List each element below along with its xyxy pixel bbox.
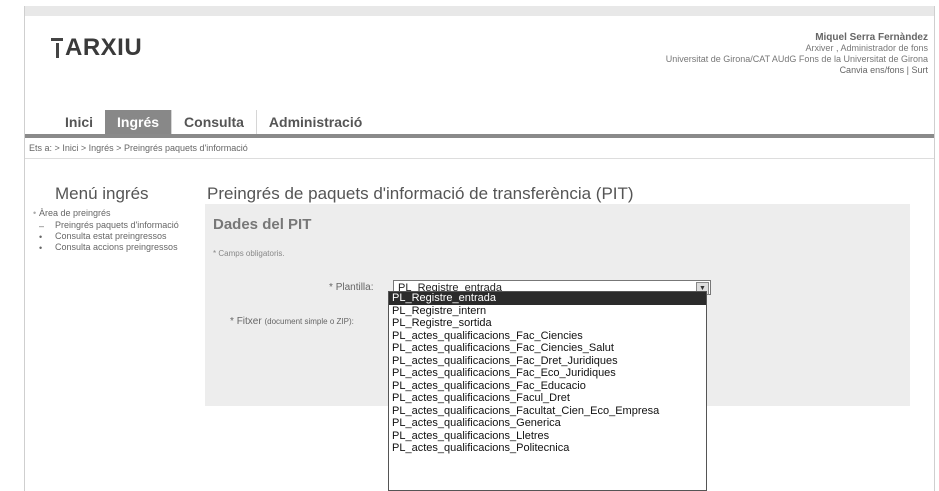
plantilla-label: * Plantilla: <box>329 282 374 293</box>
dropdown-option[interactable]: PL_actes_qualificacions_Facul_Dret <box>389 392 706 405</box>
dropdown-option[interactable]: PL_actes_qualificacions_Fac_Eco_Juridiqu… <box>389 367 706 380</box>
dropdown-option[interactable]: PL_Registre_sortida <box>389 317 706 330</box>
bullet-icon: • <box>39 243 43 253</box>
user-info: Miquel Serra Fernàndez Arxiver , Adminis… <box>666 32 928 76</box>
dropdown-option[interactable]: PL_actes_qualificacions_Politecnica <box>389 442 706 455</box>
dropdown-option[interactable]: PL_actes_qualificacions_Lletres <box>389 430 706 443</box>
tab-consulta[interactable]: Consulta <box>171 110 256 134</box>
dropdown-option[interactable]: PL_actes_qualificacions_Fac_Ciencies <box>389 330 706 343</box>
sidebar-item-label[interactable]: Consulta estat preingressos <box>55 231 167 241</box>
breadcrumb-separator: > <box>80 143 87 153</box>
breadcrumb-prefix: Ets a: <box>29 143 53 153</box>
required-note-text: Camps obligatoris. <box>218 249 285 258</box>
sidebar-item-consulta-accions[interactable]: • Consulta accions preingressos <box>33 242 193 253</box>
dropdown-option[interactable]: PL_Registre_intern <box>389 305 706 318</box>
sidebar-item-label[interactable]: Consulta accions preingressos <box>55 242 178 252</box>
fitxer-label: * Fitxer (document simple o ZIP): <box>230 316 354 327</box>
page-title: Preingrés de paquets d'informació de tra… <box>207 184 634 203</box>
tab-ingres[interactable]: Ingrés <box>105 110 172 134</box>
tab-inici[interactable]: Inici <box>53 110 106 134</box>
sidebar-section-label: Àrea de preingrés <box>39 208 111 218</box>
dropdown-option[interactable]: PL_Registre_entrada <box>389 292 706 305</box>
breadcrumb: Ets a: > Inici > Ingrés > Preingrés paqu… <box>25 138 934 159</box>
dropdown-option[interactable]: PL_actes_qualificacions_Fac_Ciencies_Sal… <box>389 342 706 355</box>
breadcrumb-item-inici[interactable]: Inici <box>62 143 78 153</box>
sidebar-item-preingres[interactable]: – Preingrés paquets d'informació <box>33 220 193 231</box>
breadcrumb-item-current: Preingrés paquets d'informació <box>123 143 248 153</box>
breadcrumb-separator: > <box>116 143 122 153</box>
sidebar-item-label[interactable]: Preingrés paquets d'informació <box>55 220 179 230</box>
required-note: * Camps obligatoris. <box>213 249 285 258</box>
fitxer-label-text: Fitxer <box>236 316 262 327</box>
user-links-separator: | <box>906 65 909 75</box>
sidebar-title: Menú ingrés <box>55 184 149 203</box>
main-nav-tabs: Inici Ingrés Consulta Administració <box>53 110 375 134</box>
logout-link[interactable]: Surt <box>911 65 928 75</box>
change-fons-link[interactable]: Canvia ens/fons <box>840 65 905 75</box>
plantilla-label-text: Plantilla: <box>335 282 374 293</box>
sidebar-menu: Menú ingrés • Àrea de preingrés – Preing… <box>33 184 193 253</box>
app-logo[interactable]: ARXIU <box>51 34 142 62</box>
breadcrumb-separator: > <box>54 143 60 153</box>
fitxer-hint: (document simple o ZIP): <box>264 317 354 326</box>
logo-text: ARXIU <box>65 34 143 61</box>
top-bar <box>25 6 934 16</box>
user-name: Miquel Serra Fernàndez <box>815 32 928 43</box>
required-asterisk: * <box>213 249 217 258</box>
user-institution: Universitat de Girona/CAT AUdG Fons de l… <box>665 54 928 64</box>
user-role: Arxiver , Administrador de fons <box>805 43 928 53</box>
required-asterisk: * <box>329 282 333 293</box>
dropdown-option[interactable]: PL_actes_qualificacions_Fac_Educacio <box>389 380 706 393</box>
logo-mark-icon <box>51 38 63 58</box>
plantilla-dropdown-list[interactable]: PL_Registre_entrada PL_Registre_intern PL_… <box>388 291 707 491</box>
panel-title: Dades del PIT <box>213 216 312 233</box>
tab-administracio[interactable]: Administració <box>255 110 375 134</box>
dropdown-option[interactable]: PL_actes_qualificacions_Fac_Dret_Juridiq… <box>389 355 706 368</box>
required-asterisk: * <box>230 316 234 327</box>
bullet-icon: • <box>33 208 37 218</box>
breadcrumb-item-ingres[interactable]: Ingrés <box>89 143 114 153</box>
user-links: Canvia ens/fons | Surt <box>666 65 928 76</box>
dropdown-option[interactable]: PL_actes_qualificacions_Facultat_Cien_Ec… <box>389 405 706 418</box>
dropdown-option[interactable]: PL_actes_qualificacions_Generica <box>389 417 706 430</box>
sidebar-section: • Àrea de preingrés <box>33 208 193 219</box>
sidebar-item-consulta-estat[interactable]: • Consulta estat preingressos <box>33 231 193 242</box>
